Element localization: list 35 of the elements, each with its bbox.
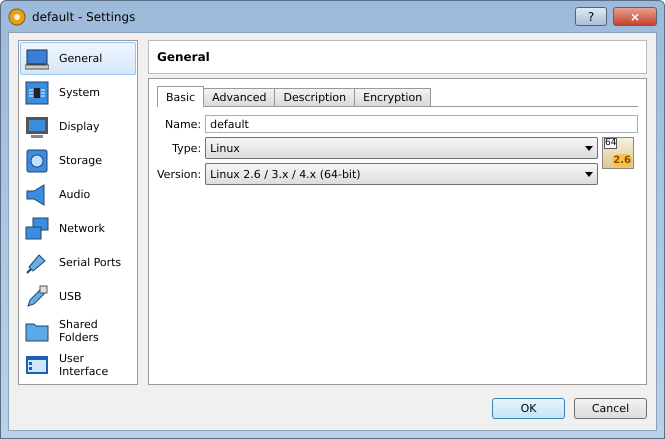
category-icon [25, 148, 49, 172]
tab[interactable]: Advanced [203, 88, 276, 106]
sidebar-item[interactable]: Storage [20, 144, 136, 177]
sidebar-item[interactable]: General [20, 42, 136, 75]
tab[interactable]: Encryption [354, 88, 432, 106]
caret-icon [585, 146, 593, 150]
sidebar-item[interactable]: USB [20, 280, 136, 313]
sidebar-item[interactable]: User Interface [20, 348, 136, 381]
tab[interactable]: Basic [157, 86, 204, 107]
name-field[interactable]: default [205, 115, 638, 133]
gear-icon [8, 8, 26, 26]
sidebar-item[interactable]: Serial Ports [20, 246, 136, 279]
os-badge: 64 2.6 [602, 137, 634, 169]
field-label: Version: [157, 168, 202, 180]
field-label: Name: [164, 118, 202, 130]
type-dropdown[interactable]: Linux [205, 137, 598, 159]
field-label: Type: [171, 142, 202, 154]
category-icon [25, 216, 49, 240]
sidebar-item[interactable]: Audio [20, 178, 136, 211]
page-title: General [157, 50, 210, 64]
cancel-button[interactable]: Cancel [574, 398, 647, 419]
sidebar-item[interactable]: System [20, 76, 136, 109]
ok-button[interactable]: OK [492, 398, 565, 419]
sidebar-item[interactable]: Shared Folders [20, 314, 136, 347]
sidebar-item[interactable]: Network [20, 212, 136, 245]
version-dropdown[interactable]: Linux 2.6 / 3.x / 4.x (64-bit) [205, 163, 598, 185]
sidebar-item[interactable]: Display [20, 110, 136, 143]
caret-icon [585, 172, 593, 176]
category-icon [25, 284, 49, 308]
window-title: default - Settings [32, 10, 136, 24]
category-icon [25, 80, 49, 104]
help-button[interactable]: ? [575, 7, 607, 26]
category-icon [25, 46, 49, 70]
category-icon [25, 114, 49, 138]
tab[interactable]: Description [274, 88, 356, 106]
